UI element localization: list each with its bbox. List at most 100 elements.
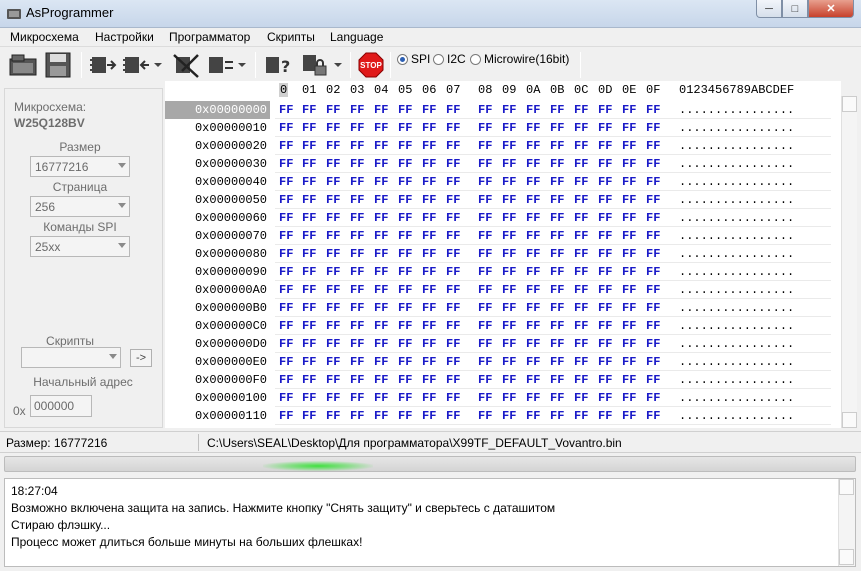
hex-byte-cell[interactable]: FF (502, 245, 516, 263)
hex-byte-cell[interactable]: FF (422, 281, 436, 299)
hex-byte-cell[interactable]: FF (574, 389, 588, 407)
hex-byte-cell[interactable]: FF (478, 209, 492, 227)
hex-byte-cell[interactable]: FF (598, 263, 612, 281)
hex-byte-cell[interactable]: FF (398, 245, 412, 263)
hex-byte-cell[interactable]: FF (622, 389, 636, 407)
hex-byte-cell[interactable]: FF (526, 101, 540, 119)
hex-byte-cell[interactable]: FF (574, 263, 588, 281)
hex-byte-cell[interactable]: FF (550, 191, 564, 209)
spi-commands-select[interactable]: 25xx (30, 236, 130, 257)
hex-byte-cell[interactable]: FF (422, 353, 436, 371)
hex-byte-cell[interactable]: FF (526, 191, 540, 209)
hex-byte-cell[interactable]: FF (279, 101, 293, 119)
hex-byte-cell[interactable]: FF (550, 119, 564, 137)
hex-byte-cell[interactable]: FF (502, 119, 516, 137)
hex-byte-cell[interactable]: FF (574, 335, 588, 353)
hex-byte-cell[interactable]: FF (526, 245, 540, 263)
hex-byte-cell[interactable]: FF (302, 281, 316, 299)
hex-byte-cell[interactable]: FF (646, 101, 660, 119)
hex-byte-cell[interactable]: FF (622, 155, 636, 173)
hex-byte-cell[interactable]: FF (478, 353, 492, 371)
hex-byte-cell[interactable]: FF (350, 317, 364, 335)
hex-byte-cell[interactable]: FF (502, 299, 516, 317)
maximize-button[interactable]: □ (782, 0, 808, 18)
hex-byte-cell[interactable]: FF (622, 245, 636, 263)
menu-chip[interactable]: Микросхема (10, 30, 79, 44)
hex-byte-cell[interactable]: FF (526, 227, 540, 245)
hex-byte-cell[interactable]: FF (646, 119, 660, 137)
hex-byte-cell[interactable]: FF (350, 173, 364, 191)
hex-byte-cell[interactable]: FF (622, 227, 636, 245)
save-file-button[interactable] (43, 50, 73, 80)
hex-byte-cell[interactable]: FF (279, 335, 293, 353)
hex-byte-cell[interactable]: FF (622, 353, 636, 371)
hex-byte-cell[interactable]: FF (478, 371, 492, 389)
hex-byte-cell[interactable]: FF (422, 119, 436, 137)
hex-byte-cell[interactable]: FF (550, 155, 564, 173)
hex-row-ascii[interactable]: ................ (679, 281, 794, 299)
hex-byte-cell[interactable]: FF (646, 137, 660, 155)
hex-byte-cell[interactable]: FF (574, 155, 588, 173)
hex-byte-cell[interactable]: FF (398, 101, 412, 119)
hex-byte-cell[interactable]: FF (326, 407, 340, 425)
hex-byte-cell[interactable]: FF (550, 227, 564, 245)
hex-byte-cell[interactable]: FF (398, 155, 412, 173)
hex-byte-cell[interactable]: FF (422, 101, 436, 119)
hex-byte-cell[interactable]: FF (326, 281, 340, 299)
hex-byte-cell[interactable]: FF (374, 335, 388, 353)
hex-byte-cell[interactable]: FF (446, 407, 460, 425)
scroll-up-button[interactable] (842, 96, 857, 112)
hex-byte-cell[interactable]: FF (422, 371, 436, 389)
hex-byte-cell[interactable]: FF (374, 299, 388, 317)
hex-byte-cell[interactable]: FF (622, 371, 636, 389)
hex-byte-cell[interactable]: FF (446, 353, 460, 371)
hex-byte-cell[interactable]: FF (598, 101, 612, 119)
hex-byte-cell[interactable]: FF (502, 263, 516, 281)
hex-byte-cell[interactable]: FF (398, 281, 412, 299)
hex-byte-cell[interactable]: FF (326, 119, 340, 137)
hex-byte-cell[interactable]: FF (478, 101, 492, 119)
hex-byte-cell[interactable]: FF (302, 119, 316, 137)
hex-byte-cell[interactable]: FF (502, 137, 516, 155)
hex-byte-cell[interactable]: FF (374, 353, 388, 371)
menu-settings[interactable]: Настройки (95, 30, 154, 44)
hex-byte-cell[interactable]: FF (598, 335, 612, 353)
hex-byte-cell[interactable]: FF (550, 317, 564, 335)
hex-byte-cell[interactable]: FF (302, 137, 316, 155)
hex-byte-cell[interactable]: FF (526, 173, 540, 191)
hex-byte-cell[interactable]: FF (422, 173, 436, 191)
hex-byte-cell[interactable]: FF (279, 173, 293, 191)
hex-byte-cell[interactable]: FF (646, 245, 660, 263)
hex-byte-cell[interactable]: FF (326, 335, 340, 353)
hex-byte-cell[interactable]: FF (526, 209, 540, 227)
hex-row-ascii[interactable]: ................ (679, 101, 794, 119)
hex-byte-cell[interactable]: FF (302, 335, 316, 353)
hex-byte-cell[interactable]: FF (326, 173, 340, 191)
hex-byte-cell[interactable]: FF (398, 299, 412, 317)
hex-byte-cell[interactable]: FF (598, 407, 612, 425)
hex-byte-cell[interactable]: FF (398, 317, 412, 335)
hex-byte-cell[interactable]: FF (374, 173, 388, 191)
hex-byte-cell[interactable]: FF (550, 209, 564, 227)
hex-row-ascii[interactable]: ................ (679, 173, 794, 191)
hex-byte-cell[interactable]: FF (350, 407, 364, 425)
hex-byte-cell[interactable]: FF (422, 263, 436, 281)
hex-byte-cell[interactable]: FF (374, 407, 388, 425)
hex-byte-cell[interactable]: FF (374, 101, 388, 119)
hex-byte-cell[interactable]: FF (502, 209, 516, 227)
hex-byte-cell[interactable]: FF (622, 335, 636, 353)
log-scrollbar[interactable] (838, 479, 855, 566)
hex-byte-cell[interactable]: FF (446, 119, 460, 137)
hex-row-ascii[interactable]: ................ (679, 263, 794, 281)
hex-byte-cell[interactable]: FF (598, 317, 612, 335)
hex-byte-cell[interactable]: FF (302, 227, 316, 245)
hex-byte-cell[interactable]: FF (374, 155, 388, 173)
protocol-spi-radio[interactable]: SPI (397, 52, 430, 66)
hex-byte-cell[interactable]: FF (398, 227, 412, 245)
hex-byte-cell[interactable]: FF (422, 155, 436, 173)
hex-byte-cell[interactable]: FF (478, 119, 492, 137)
hex-byte-cell[interactable]: FF (398, 371, 412, 389)
hex-byte-cell[interactable]: FF (350, 209, 364, 227)
hex-byte-cell[interactable]: FF (302, 263, 316, 281)
hex-byte-cell[interactable]: FF (446, 227, 460, 245)
